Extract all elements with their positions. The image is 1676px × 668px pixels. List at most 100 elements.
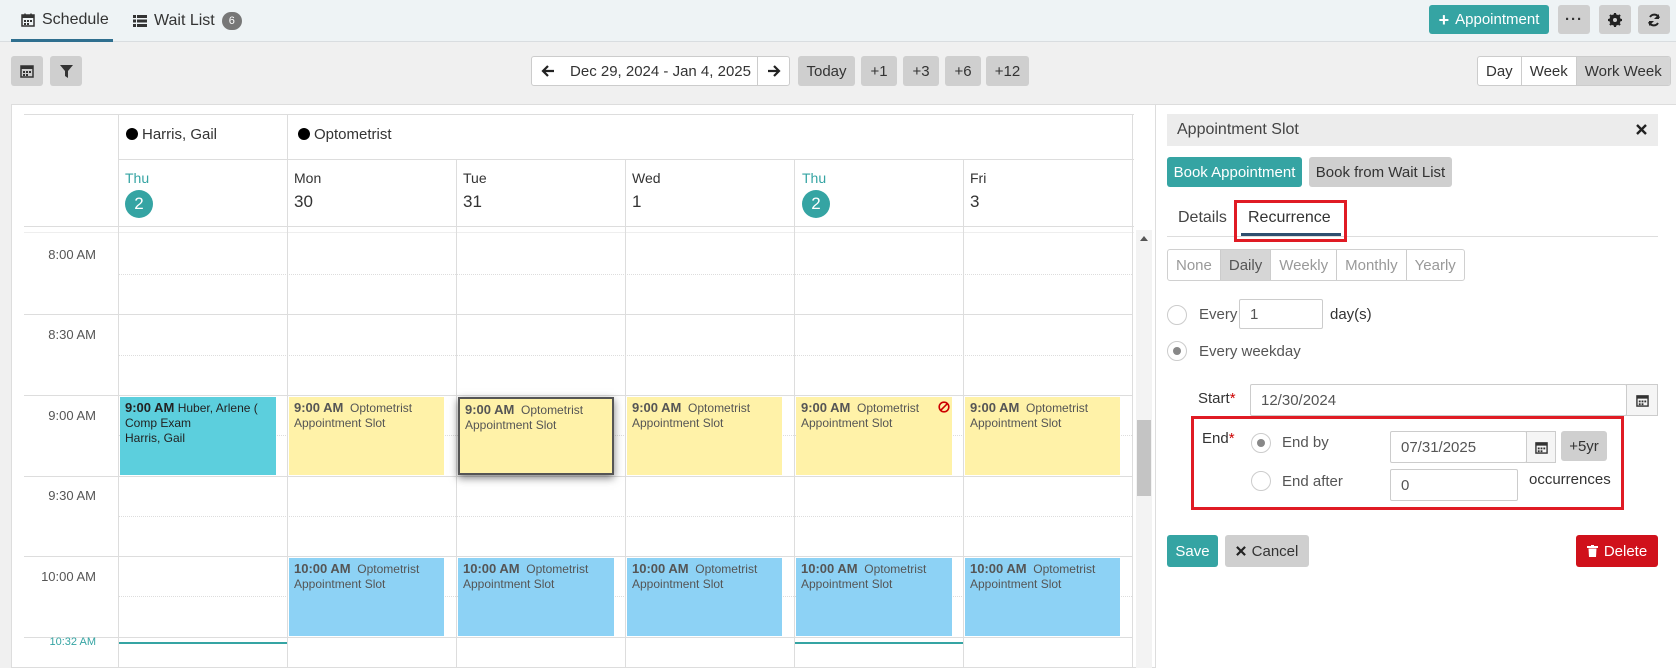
end-after-label: End after [1282, 473, 1343, 490]
scrollbar-thumb[interactable] [1137, 420, 1151, 496]
appointment-slot[interactable]: 9:00 AM Optometrist Appointment Slot [627, 397, 782, 475]
appointment-slot[interactable]: 9:00 AM Optometrist Appointment Slot [965, 397, 1120, 475]
view-week-button[interactable]: Week [1520, 57, 1576, 85]
resource-optometrist: Optometrist [298, 126, 392, 143]
more-options-button[interactable]: ··· [1558, 5, 1590, 34]
tab-details[interactable]: Details [1178, 209, 1227, 227]
panel-header: Appointment Slot [1167, 114, 1658, 146]
today-button[interactable]: Today [798, 56, 855, 86]
start-date-input[interactable]: 12/30/2024 [1250, 384, 1627, 416]
day-header-name: Thu [125, 170, 150, 186]
view-day-button[interactable]: Day [1478, 57, 1521, 85]
day-header-name: Mon [294, 170, 322, 186]
calendar-icon [21, 13, 35, 27]
arrow-right-icon [767, 65, 781, 77]
time-label: 9:00 AM [48, 408, 96, 423]
end-label: End* [1202, 430, 1235, 447]
waitlist-count-badge: 6 [221, 12, 242, 30]
end-by-date-input[interactable]: 07/31/2025 [1390, 431, 1527, 463]
highlight-box [1234, 200, 1347, 242]
days-unit-label: day(s) [1330, 306, 1372, 323]
time-label: 10:00 AM [41, 569, 96, 584]
every-n-days-input[interactable]: 1 [1239, 299, 1323, 329]
day-header-today-num[interactable]: 2 [802, 190, 830, 218]
recurrence-monthly-button[interactable]: Monthly [1336, 250, 1406, 280]
refresh-button[interactable] [1638, 5, 1670, 34]
panel-title: Appointment Slot [1177, 121, 1299, 138]
appointment-slot-selected[interactable]: 9:00 AM Optometrist Appointment Slot [458, 397, 614, 475]
close-icon [1635, 123, 1647, 135]
tab-schedule-label: Schedule [42, 10, 109, 28]
date-range-display[interactable]: Dec 29, 2024 - Jan 4, 2025 [563, 56, 758, 86]
delete-button[interactable]: Delete [1576, 535, 1658, 567]
appointment-slot[interactable]: 10:00 AM Optometrist Appointment Slot [289, 558, 444, 636]
view-switcher: Day Week Work Week [1477, 56, 1671, 86]
tab-waitlist[interactable]: Wait List 6 [133, 0, 242, 42]
calendar-scrollbar[interactable] [1136, 230, 1152, 668]
day-header-num[interactable]: 30 [294, 192, 313, 212]
appointment-huber-arlene[interactable]: 9:00 AM Huber, Arlene ( Comp Exam Harris… [120, 397, 276, 475]
ellipsis-icon: ··· [1565, 11, 1583, 28]
jump-12-weeks-button[interactable]: +12 [986, 56, 1029, 86]
view-work-week-button[interactable]: Work Week [1575, 57, 1670, 85]
jump-3-weeks-button[interactable]: +3 [903, 56, 939, 86]
radio-selected-indicator [1173, 347, 1181, 355]
save-button[interactable]: Save [1167, 535, 1218, 567]
recurrence-weekly-button[interactable]: Weekly [1270, 250, 1336, 280]
day-header-today-num[interactable]: 2 [125, 190, 153, 218]
next-week-button[interactable] [757, 56, 790, 86]
settings-button[interactable] [1599, 5, 1631, 34]
calendar-grid: Harris, Gail Optometrist Thu 2 Mon 30 Tu… [24, 114, 1134, 668]
day-header-num[interactable]: 3 [970, 192, 979, 212]
filter-button[interactable] [50, 56, 82, 86]
appointment-slot[interactable]: 10:00 AM Optometrist Appointment Slot [796, 558, 952, 636]
day-header-num[interactable]: 1 [632, 192, 641, 212]
filter-icon [59, 64, 73, 78]
top-nav: Schedule Wait List 6 + Appointment ··· [0, 0, 1676, 42]
current-time-line [119, 642, 287, 644]
start-date-picker-button[interactable] [1626, 384, 1658, 416]
list-icon [133, 15, 147, 27]
jump-6-weeks-button[interactable]: +6 [945, 56, 981, 86]
recurrence-none-button[interactable]: None [1168, 250, 1220, 280]
close-panel-button[interactable] [1632, 120, 1650, 138]
end-after-radio[interactable] [1251, 471, 1271, 491]
plus-icon: + [1438, 9, 1450, 30]
book-appointment-button[interactable]: Book Appointment [1167, 157, 1302, 187]
appointment-slot[interactable]: 9:00 AM Optometrist Appointment Slot [289, 397, 444, 475]
time-label: 8:00 AM [48, 247, 96, 262]
day-header-name: Wed [632, 170, 661, 186]
every-weekday-label: Every weekday [1199, 343, 1301, 360]
recurrence-daily-button[interactable]: Daily [1219, 250, 1271, 280]
date-picker-button[interactable] [11, 56, 43, 86]
book-from-waitlist-button[interactable]: Book from Wait List [1309, 157, 1452, 187]
recurrence-yearly-button[interactable]: Yearly [1405, 250, 1464, 280]
day-header-num[interactable]: 31 [463, 192, 482, 212]
appointment-slot[interactable]: 10:00 AM Optometrist Appointment Slot [965, 558, 1120, 636]
appointment-slot[interactable]: 10:00 AM Optometrist Appointment Slot [627, 558, 782, 636]
plus-5-years-button[interactable]: +5yr [1561, 431, 1607, 461]
end-by-label: End by [1282, 434, 1329, 451]
tab-schedule[interactable]: Schedule [11, 0, 113, 42]
arrow-left-icon [540, 65, 554, 77]
trash-icon [1586, 545, 1598, 557]
end-by-date-picker-button[interactable] [1526, 431, 1556, 463]
day-header-name: Tue [463, 170, 487, 186]
scroll-up-icon[interactable] [1140, 236, 1148, 241]
add-appointment-button[interactable]: + Appointment [1429, 5, 1549, 34]
current-time-label: 10:32 AM [49, 636, 96, 648]
appointment-slot[interactable]: 10:00 AM Optometrist Appointment Slot [458, 558, 614, 636]
end-by-radio[interactable] [1251, 433, 1271, 453]
prev-week-button[interactable] [531, 56, 564, 86]
jump-1-week-button[interactable]: +1 [861, 56, 897, 86]
every-weekday-radio[interactable] [1167, 341, 1187, 361]
day-header-name: Fri [970, 170, 987, 186]
current-time-line [795, 642, 963, 644]
end-after-occurrences-input[interactable]: 0 [1390, 469, 1518, 501]
cancel-button[interactable]: Cancel [1225, 535, 1309, 567]
required-asterisk: * [1229, 390, 1236, 407]
day-header-name: Thu [802, 170, 827, 186]
every-n-days-radio[interactable] [1167, 305, 1187, 325]
appointment-slot[interactable]: 9:00 AM Optometrist Appointment Slot [796, 397, 952, 475]
radio-selected-indicator [1257, 439, 1265, 447]
